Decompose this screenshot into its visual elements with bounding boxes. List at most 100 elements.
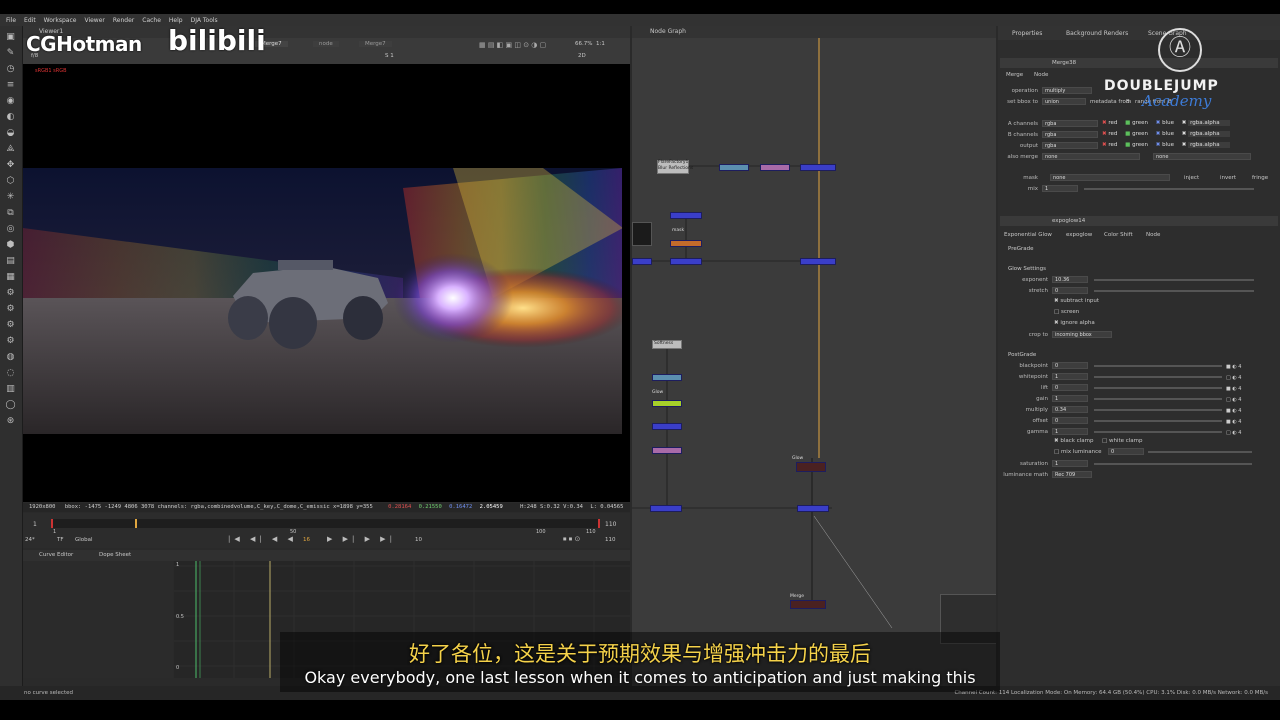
whitepoint-field[interactable]: 1: [1052, 373, 1088, 380]
merge-node-2[interactable]: [800, 258, 836, 265]
exponent-field[interactable]: 10.36: [1052, 276, 1088, 283]
mix-luminance-slider[interactable]: [1148, 451, 1252, 453]
channel-tool-icon[interactable]: ≡: [5, 80, 16, 91]
menu-edit[interactable]: Edit: [24, 17, 36, 24]
tab-expoglow[interactable]: expoglow: [1066, 232, 1092, 238]
final-merge-node[interactable]: [790, 600, 826, 609]
lift-field[interactable]: 0: [1052, 384, 1088, 391]
gizmo-tool-icon-4[interactable]: ⚙: [5, 336, 16, 347]
blackpoint-field[interactable]: 0: [1052, 362, 1088, 369]
pregrade-section[interactable]: PreGrade: [1008, 246, 1034, 252]
black-clamp-checkbox[interactable]: ✖ black clamp: [1054, 438, 1093, 444]
globe-tool-icon[interactable]: ◯: [5, 400, 16, 411]
metadata-from-value[interactable]: B: [1126, 99, 1130, 105]
node-10[interactable]: [650, 505, 682, 512]
input-b-select[interactable]: Merge7: [359, 41, 392, 47]
node-2[interactable]: [760, 164, 790, 171]
proxy-select[interactable]: 1:1: [596, 41, 605, 47]
merge-node-name[interactable]: Merge38: [1052, 60, 1076, 66]
tab-background-renders[interactable]: Background Renders: [1066, 30, 1128, 37]
subtract-input-checkbox[interactable]: ✖ subtract input: [1054, 298, 1099, 304]
merge-tool-icon[interactable]: ⟁: [5, 144, 16, 155]
backdrop-thumbnail[interactable]: [632, 222, 652, 246]
menu-help[interactable]: Help: [169, 17, 183, 24]
saturation-slider[interactable]: [1094, 463, 1252, 465]
draw-tool-icon[interactable]: ✎: [5, 48, 16, 59]
mix-luminance-field[interactable]: 0: [1108, 448, 1144, 455]
inject-checkbox[interactable]: inject: [1184, 175, 1199, 181]
deep-tool-icon[interactable]: ⧉: [5, 208, 16, 219]
tab-node-graph[interactable]: Node Graph: [650, 28, 686, 35]
merge-node-1[interactable]: [800, 164, 836, 171]
stretch-slider[interactable]: [1094, 290, 1254, 292]
menu-file[interactable]: File: [6, 17, 16, 24]
also-merge-select-2[interactable]: none: [1153, 153, 1251, 160]
current-frame-field[interactable]: 16: [303, 537, 310, 543]
blackpoint-slider[interactable]: [1094, 365, 1222, 367]
menu-viewer[interactable]: Viewer: [84, 17, 104, 24]
image-tool-icon[interactable]: ▣: [5, 32, 16, 43]
saturation-field[interactable]: 1: [1052, 460, 1088, 467]
views-tool-icon[interactable]: ◎: [5, 224, 16, 235]
b-channels-select[interactable]: rgba: [1042, 131, 1098, 138]
step-field[interactable]: 10: [415, 537, 422, 543]
playback-forward-controls[interactable]: ▶ ▶| ▶ ▶|: [327, 535, 396, 543]
menu-workspace[interactable]: Workspace: [44, 17, 77, 24]
3d-tool-icon[interactable]: ⬡: [5, 176, 16, 187]
gamma-slider[interactable]: [1094, 431, 1222, 433]
color-tool-icon[interactable]: ◉: [5, 96, 16, 107]
b-channel-flags[interactable]: ✖ red ■ green ✖ blue ✖ rgba.alpha: [1102, 131, 1230, 137]
mix-slider[interactable]: [1084, 188, 1254, 190]
offset-field[interactable]: 0: [1052, 417, 1088, 424]
tab-exponential-glow[interactable]: Exponential Glow: [1004, 232, 1052, 238]
bbox-select[interactable]: union: [1042, 98, 1086, 105]
a-channel-flags[interactable]: ✖ red ■ green ✖ blue ✖ rgba.alpha: [1102, 120, 1230, 126]
tab-color-shift[interactable]: Color Shift: [1104, 232, 1133, 238]
output-channel-flags[interactable]: ✖ red ■ green ✖ blue ✖ rgba.alpha: [1102, 142, 1230, 148]
tab-glow-node[interactable]: Node: [1146, 232, 1160, 238]
mix-field[interactable]: 1: [1042, 185, 1078, 192]
tab-dope-sheet[interactable]: Dope Sheet: [99, 552, 131, 558]
transform-tool-icon[interactable]: ✥: [5, 160, 16, 171]
keyer-tool-icon[interactable]: ◒: [5, 128, 16, 139]
playhead[interactable]: [135, 519, 137, 528]
color-swatch-column[interactable]: ■ ◐ 4 □ ◐ 4 ■ ◐ 4 □ ◐ 4 ■ ◐ 4 ■ ◐ 4 □ ◐ 4: [1226, 362, 1276, 438]
fps-select[interactable]: 24*: [25, 537, 35, 543]
filter-tool-icon[interactable]: ◐: [5, 112, 16, 123]
luminance-math-select[interactable]: Rec 709: [1052, 471, 1092, 478]
gizmo-tool-icon-1[interactable]: ⚙: [5, 288, 16, 299]
gain-slider[interactable]: [1094, 398, 1222, 400]
lift-slider[interactable]: [1094, 387, 1222, 389]
cara-tool-icon[interactable]: ▥: [5, 384, 16, 395]
time-tool-icon[interactable]: ◷: [5, 64, 16, 75]
glow-node-name[interactable]: expoglow14: [1052, 218, 1085, 224]
fringe-checkbox[interactable]: fringe: [1252, 175, 1268, 181]
menu-render[interactable]: Render: [113, 17, 134, 24]
glow-node[interactable]: [652, 400, 682, 407]
a-channels-select[interactable]: rgba: [1042, 120, 1098, 127]
also-merge-select[interactable]: none: [1042, 153, 1140, 160]
node-9[interactable]: [652, 447, 682, 454]
exponent-slider[interactable]: [1094, 279, 1254, 281]
metadata-tool-icon[interactable]: ⬢: [5, 240, 16, 251]
whitepoint-slider[interactable]: [1094, 376, 1222, 378]
node-8[interactable]: [652, 423, 682, 430]
other-tool-icon[interactable]: ▦: [5, 272, 16, 283]
crop-select[interactable]: incoming bbox: [1052, 331, 1112, 338]
particles-tool-icon[interactable]: ✳: [5, 192, 16, 203]
menu-cache[interactable]: Cache: [142, 17, 161, 24]
node-graph[interactable]: FlareFactory1 Blur Reflections mask Soft…: [632, 38, 996, 686]
node-6[interactable]: [670, 258, 702, 265]
out-frame-field[interactable]: 110: [605, 537, 616, 543]
layer-select[interactable]: S 1: [385, 53, 394, 59]
furnace-tool-icon[interactable]: ◌: [5, 368, 16, 379]
merge-node-header[interactable]: Merge38: [1000, 58, 1278, 68]
gizmo-tool-icon-2[interactable]: ⚙: [5, 304, 16, 315]
gain-field[interactable]: 1: [1052, 395, 1088, 402]
gamma-field[interactable]: 1: [1052, 428, 1088, 435]
merge-node-3[interactable]: [797, 505, 829, 512]
zoom-select[interactable]: 66.7%: [575, 41, 592, 47]
glow-settings-section[interactable]: Glow Settings: [1008, 266, 1046, 272]
playback-controls[interactable]: |◀ ◀| ◀ ◀: [228, 535, 297, 543]
view-mode-select[interactable]: 2D: [578, 53, 586, 59]
